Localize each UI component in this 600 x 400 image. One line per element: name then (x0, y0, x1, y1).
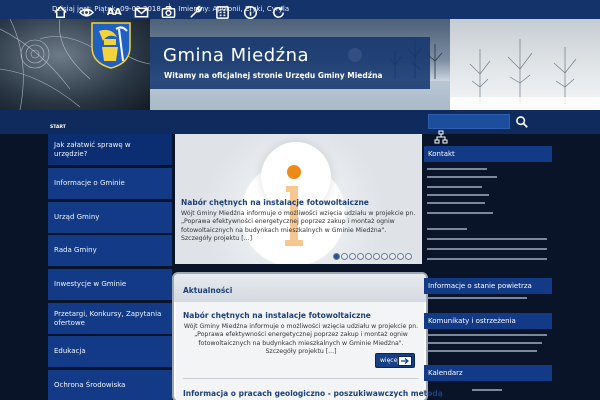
camera-icon (161, 5, 175, 18)
air-quality-heading: Informacje o stanie powietrza (424, 278, 552, 294)
slider-dot[interactable] (397, 253, 404, 260)
slider-dot[interactable] (333, 253, 340, 260)
nav-item-investments[interactable]: Inwestycje w Gminie (48, 269, 172, 301)
text-line (427, 238, 547, 240)
envelope-icon (134, 7, 148, 17)
slider-dot[interactable] (357, 253, 364, 260)
wrench-icon (189, 5, 203, 18)
banner-photo-trees (450, 19, 600, 110)
nav-item-municipal-office[interactable]: Urząd Gminy (48, 202, 172, 234)
eye-icon (78, 7, 94, 17)
start-label: START (50, 125, 66, 130)
slider-dot[interactable] (349, 253, 356, 260)
slider-dot[interactable] (381, 253, 388, 260)
tools-button[interactable] (185, 3, 205, 21)
home-icon (53, 5, 67, 18)
info-icon (243, 5, 257, 19)
text-line (427, 350, 537, 352)
font-size-button[interactable]: AA (104, 3, 124, 21)
news-item-title[interactable]: Informacja o pracach geologiczno - poszu… (183, 389, 443, 398)
site-title: Gmina Miedźna (163, 45, 310, 66)
text-line (427, 258, 547, 260)
contact-heading: Kontakt (424, 146, 552, 162)
nav-item-environment[interactable]: Ochrona Środowiska (48, 370, 172, 400)
nav-item-municipality-info[interactable]: Informacje o Gminie (48, 168, 172, 200)
text-line (427, 334, 547, 336)
nav-item-tenders[interactable]: Przetargi, Konkursy, Zapytania ofertowe (48, 303, 172, 335)
refresh-button[interactable] (268, 3, 288, 21)
text-line (427, 212, 493, 214)
coat-of-arms-logo[interactable] (90, 21, 132, 69)
contact-mail-button[interactable] (131, 3, 151, 21)
text-line (472, 389, 502, 391)
calendar-heading: Kalendarz (424, 365, 552, 381)
text-line (427, 176, 497, 178)
news-item-excerpt: Wójt Gminy Miedźna informuje o możliwośc… (183, 323, 419, 356)
news-item-title[interactable]: Nabór chętnych na instalacje fotowoltaic… (183, 311, 371, 320)
text-line (427, 248, 547, 250)
nav-item-how-to-handle[interactable]: Jak załatwić sprawę w urzędzie? (48, 134, 172, 166)
text-line (427, 168, 487, 170)
home-button[interactable] (50, 3, 70, 21)
arrow-right-icon (398, 356, 412, 366)
snowy-trees-graphic (450, 39, 600, 110)
read-more-label: więcej (380, 357, 399, 364)
search-button[interactable] (513, 113, 530, 130)
sitemap-icon[interactable] (434, 130, 448, 144)
nav-item-education[interactable]: Edukacja (48, 336, 172, 368)
search-icon (515, 115, 528, 128)
news-divider (183, 378, 419, 379)
site-subtitle: Witamy na oficjalnej stronie Urzędu Gmin… (164, 71, 383, 80)
high-contrast-button[interactable] (76, 3, 96, 21)
text-line (427, 194, 489, 196)
text-line (427, 297, 527, 299)
text-line (427, 202, 485, 204)
slider-dot[interactable] (373, 253, 380, 260)
refresh-icon (272, 5, 284, 18)
slider-pagination (333, 253, 412, 260)
slide-title[interactable]: Nabór chętnych na instalacje fotowoltaic… (181, 198, 369, 207)
text-line (427, 186, 482, 188)
slider-dot[interactable] (389, 253, 396, 260)
text-line (427, 342, 542, 344)
calculator-button[interactable] (212, 3, 232, 21)
read-more-button[interactable]: więcej (375, 353, 415, 368)
nav-item-council[interactable]: Rada Gminy (48, 235, 172, 267)
accessibility-toolbar (0, 110, 600, 134)
search-input[interactable] (428, 114, 510, 129)
alerts-heading: Komunikaty i ostrzeżenia (424, 313, 552, 329)
slider-dot[interactable] (341, 253, 348, 260)
gallery-button[interactable] (158, 3, 178, 21)
info-button[interactable] (240, 3, 260, 21)
news-heading: Aktualności (183, 286, 233, 295)
calculator-icon (215, 5, 229, 19)
text-line (427, 228, 467, 230)
slider-dot[interactable] (365, 253, 372, 260)
slider-dot[interactable] (405, 253, 412, 260)
main-navigation: Jak załatwić sprawę w urzędzie? Informac… (48, 134, 172, 400)
slide-excerpt: Wójt Gminy Miedźna informuje o możliwośc… (181, 210, 416, 243)
